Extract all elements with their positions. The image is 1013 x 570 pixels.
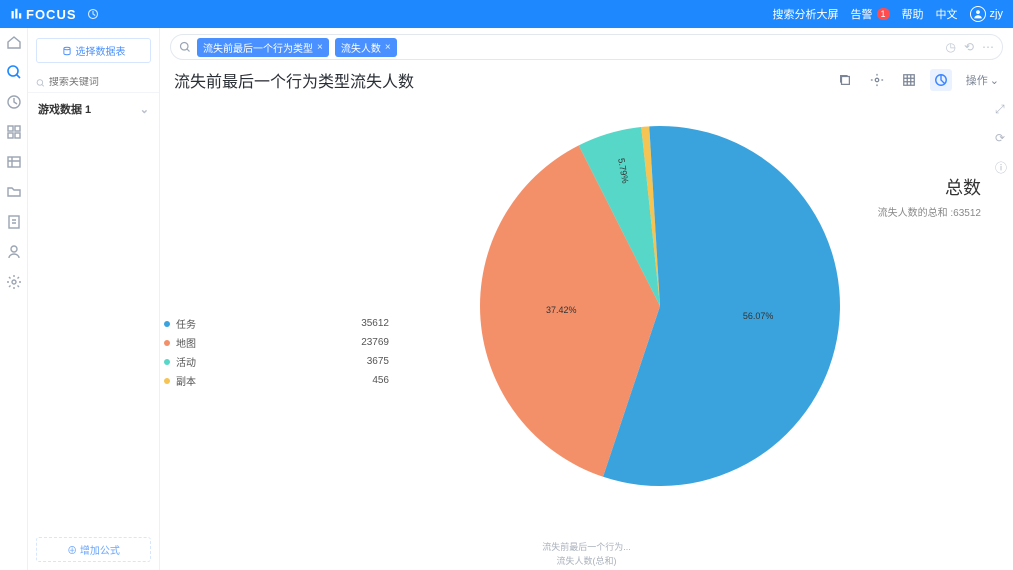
- grid-view-icon[interactable]: [898, 69, 920, 91]
- reload-icon[interactable]: ⟳: [995, 131, 1007, 145]
- search-small-icon: [36, 78, 45, 88]
- operate-dropdown[interactable]: 操作 ⌄: [966, 72, 999, 88]
- clock-nav-icon[interactable]: [6, 94, 22, 110]
- nav-user[interactable]: zjy: [970, 6, 1003, 22]
- expand-icon[interactable]: ⤢: [995, 102, 1007, 117]
- legend-row[interactable]: 副本 456: [164, 373, 389, 388]
- chevron-down-icon: ⌄: [990, 74, 999, 87]
- folder-icon[interactable]: [6, 184, 22, 200]
- legend-value: 3675: [367, 356, 389, 367]
- topbar: FOCUS 搜索分析大屏 告警1 帮助 中文 zjy: [0, 0, 1013, 28]
- legend-row[interactable]: 地图 23769: [164, 335, 389, 350]
- query-chip-2[interactable]: 流失人数×: [335, 38, 397, 57]
- chart-side-tools: ⤢ ⟳ ⓘ: [995, 102, 1007, 176]
- legend-dot: [164, 321, 170, 327]
- legend-label: 副本: [176, 373, 236, 388]
- legend-value: 456: [372, 375, 389, 386]
- legend-label: 任务: [176, 316, 236, 331]
- footer-labels: 流失前最后一个行为... 流失人数(总和): [542, 541, 631, 568]
- legend-label: 活动: [176, 354, 236, 369]
- refresh-icon[interactable]: ⟲: [964, 40, 974, 54]
- dashboard-icon[interactable]: [6, 124, 22, 140]
- datasource-icon: [62, 46, 72, 56]
- datasource-name: 游戏数据 1: [38, 101, 91, 117]
- brand-text: FOCUS: [26, 7, 77, 22]
- legend-dot: [164, 340, 170, 346]
- add-formula-button[interactable]: ⊕ 增加公式: [36, 537, 151, 562]
- users-icon[interactable]: [6, 244, 22, 260]
- pct-label: 37.42%: [546, 305, 577, 315]
- legend-row[interactable]: 任务 35612: [164, 316, 389, 331]
- legend-dot: [164, 378, 170, 384]
- main-area: 流失前最后一个行为类型× 流失人数× ◷ ⟲ ⋯ 流失前最后一个行为类型流失人数…: [160, 28, 1013, 570]
- nav-rail: [0, 28, 28, 570]
- title-bar: 流失前最后一个行为类型流失人数 操作 ⌄: [160, 60, 1013, 96]
- table-icon[interactable]: [6, 154, 22, 170]
- total-detail: 流失人数的总和 :63512: [878, 204, 981, 219]
- search-icon[interactable]: [6, 64, 22, 80]
- datasource-row[interactable]: 游戏数据 1 ⌄: [28, 93, 159, 125]
- legend-row[interactable]: 活动 3675: [164, 354, 389, 369]
- alert-badge: 1: [877, 8, 890, 20]
- nav-lang[interactable]: 中文: [936, 6, 958, 22]
- query-chip-1[interactable]: 流失前最后一个行为类型×: [197, 38, 329, 57]
- legend: 任务 35612 地图 23769 活动 3675 副本 456: [164, 316, 389, 392]
- chart-title: 流失前最后一个行为类型流失人数: [174, 68, 414, 92]
- brand-logo: FOCUS: [10, 7, 77, 22]
- copy-icon[interactable]: [834, 69, 856, 91]
- logo-icon: [10, 8, 22, 20]
- report-icon[interactable]: [6, 214, 22, 230]
- close-icon[interactable]: ×: [317, 42, 323, 53]
- footer-line2: 流失人数(总和): [542, 555, 631, 569]
- footer-line1: 流失前最后一个行为...: [542, 541, 631, 555]
- side-panel: 选择数据表 游戏数据 1 ⌄ ⊕ 增加公式: [28, 28, 160, 570]
- pie-chart: 56.07%37.42%5.79%: [460, 96, 860, 496]
- clock-icon[interactable]: [87, 8, 99, 20]
- legend-value: 35612: [361, 318, 389, 329]
- total-block: 总数 流失人数的总和 :63512: [878, 174, 981, 219]
- avatar-icon: [970, 6, 986, 22]
- close-icon[interactable]: ×: [385, 42, 391, 53]
- history-icon[interactable]: ◷: [945, 40, 955, 54]
- settings-icon[interactable]: [866, 69, 888, 91]
- more-icon[interactable]: ⋯: [982, 40, 994, 54]
- query-search-icon[interactable]: [179, 41, 191, 53]
- total-label: 总数: [878, 174, 981, 200]
- home-icon[interactable]: [6, 34, 22, 50]
- select-datasource-button[interactable]: 选择数据表: [36, 38, 151, 63]
- chart-container: ⤢ ⟳ ⓘ 任务 35612 地图 23769 活动 3675 副本 456 56.07% 37…: [160, 96, 1013, 570]
- pie-view-icon[interactable]: [930, 69, 952, 91]
- help-icon[interactable]: ⓘ: [995, 159, 1007, 176]
- nav-alert[interactable]: 告警1: [851, 6, 890, 22]
- legend-dot: [164, 359, 170, 365]
- gear-icon[interactable]: [6, 274, 22, 290]
- nav-help[interactable]: 帮助: [902, 6, 924, 22]
- nav-search-analysis[interactable]: 搜索分析大屏: [773, 6, 839, 22]
- query-bar: 流失前最后一个行为类型× 流失人数× ◷ ⟲ ⋯: [170, 34, 1003, 60]
- legend-label: 地图: [176, 335, 236, 350]
- keyword-input[interactable]: [49, 77, 151, 88]
- legend-value: 23769: [361, 337, 389, 348]
- chevron-down-icon: ⌄: [140, 103, 149, 116]
- pct-label: 56.07%: [743, 311, 774, 321]
- keyword-search: [28, 73, 159, 93]
